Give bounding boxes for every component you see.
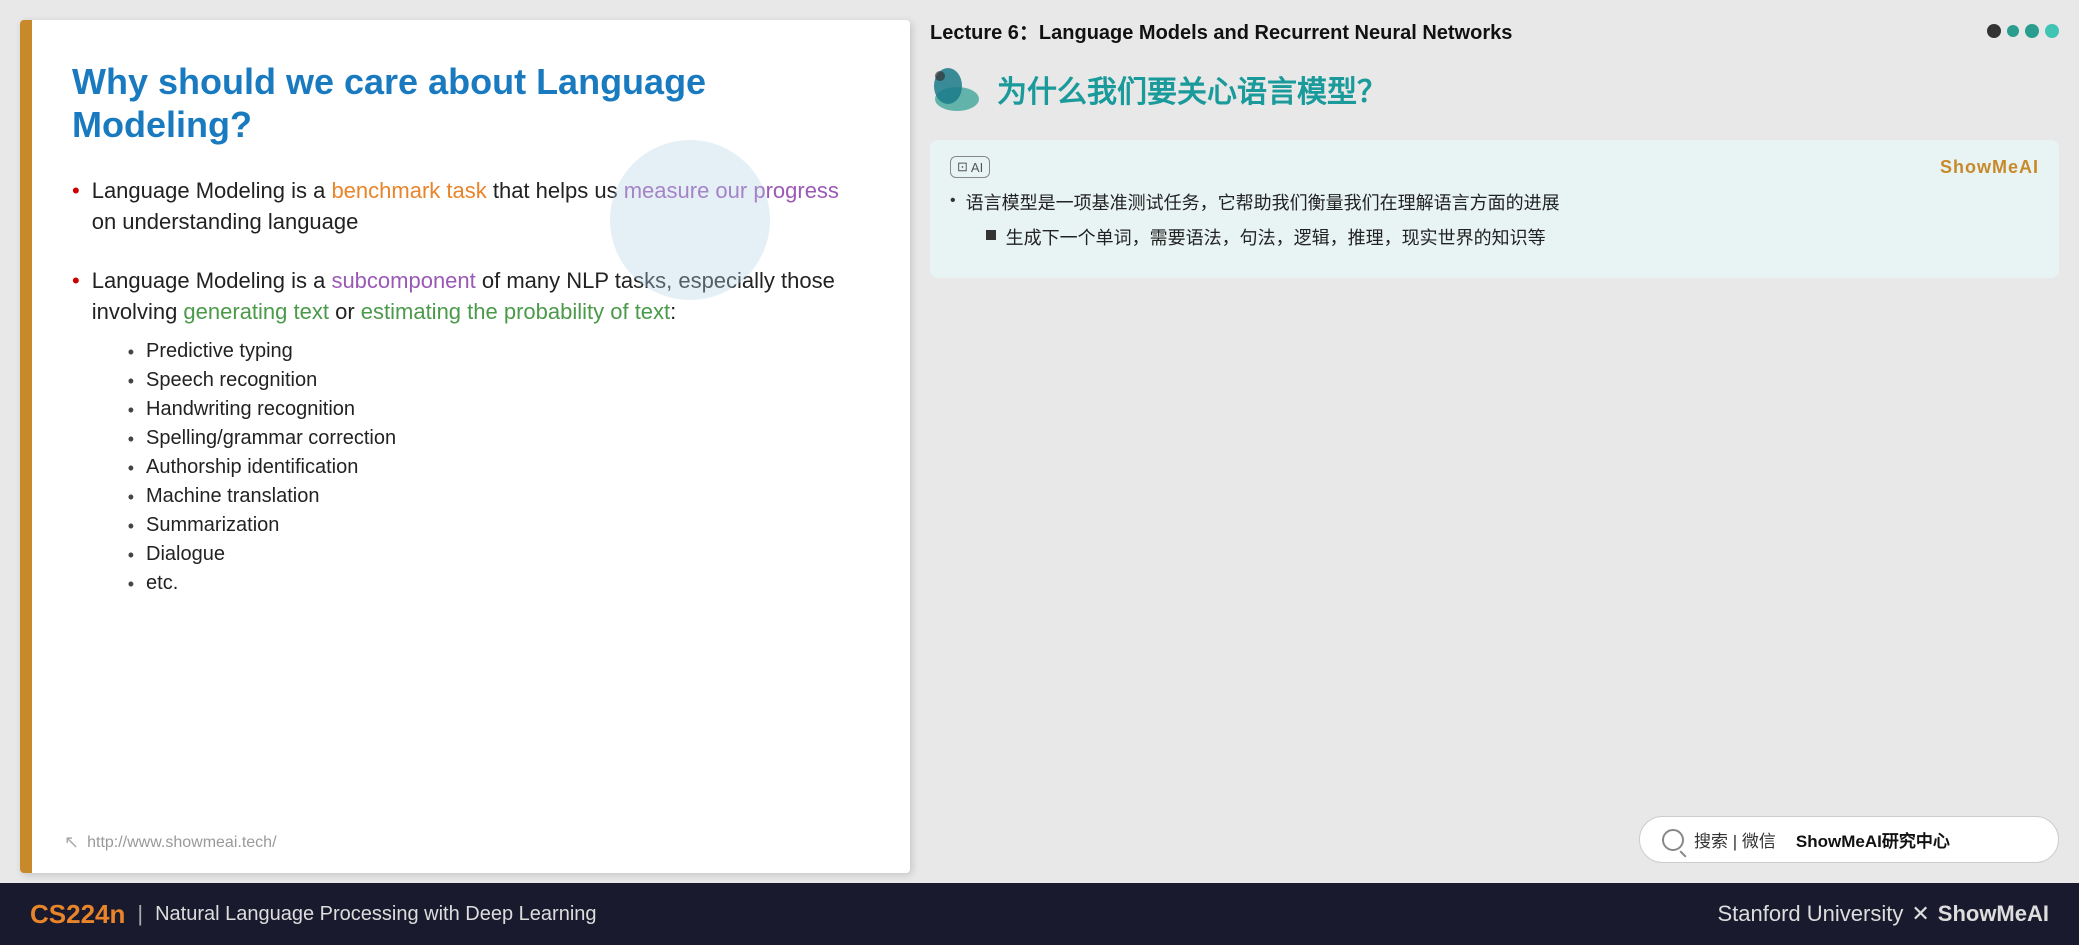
slide-title: Why should we care about Language Modeli… [72,60,860,146]
zh-section-icon [930,64,985,114]
sub-bullet-predictive: • Predictive typing [128,340,860,363]
dots-group [1987,24,2059,38]
sub-bullet-etc: • etc. [128,572,860,595]
search-text: 搜索 | 微信 [1694,827,1776,852]
highlight-estimating: estimating the probability of text [361,299,670,324]
ai-icon: ⊡ [957,159,968,175]
footer-url: http://www.showmeai.tech/ [87,834,276,852]
highlight-generating: generating text [183,299,329,324]
dot-teal2 [2025,24,2039,38]
translation-box: ⊡ AI ShowMeAI • 语言模型是一项基准测试任务，它帮助我们衡量我们在… [930,140,2059,278]
sub-bullet-handwriting: • Handwriting recognition [128,398,860,421]
decorative-circle [610,140,770,300]
bottom-left: CS224n | Natural Language Processing wit… [30,899,597,930]
sub-bullet-summarization: • Summarization [128,514,860,537]
sub-bullet-dialogue: • Dialogue [128,543,860,566]
zh-title-row: 为什么我们要关心语言模型？ [930,64,2059,114]
lecture-title: Lecture 6：Language Models and Recurrent … [930,20,1512,46]
ai-icon-box: ⊡ AI [950,156,990,178]
dot-teal3 [2045,24,2059,38]
slide-footer: ↖ http://www.showmeai.tech/ [64,832,277,853]
ai-label: AI [971,160,983,175]
trans-bullet-1-dot: • [950,192,956,210]
cursor-icon: ↖ [64,832,79,853]
trans-sub-bullet-1: 生成下一个单词，需要语法，句法，逻辑，推理，现实世界的知识等 [986,225,1560,252]
sub-bullet-speech: • Speech recognition [128,369,860,392]
stanford-label: Stanford University [1717,901,1903,927]
sub-bullet-authorship: • Authorship identification [128,456,860,479]
trans-sub-text-1: 生成下一个单词，需要语法，句法，逻辑，推理，现实世界的知识等 [1006,225,1546,252]
trans-bullet-1: • 语言模型是一项基准测试任务，它帮助我们衡量我们在理解语言方面的进展 生成下一… [950,190,2039,252]
trans-bullet-1-text: 语言模型是一项基准测试任务，它帮助我们衡量我们在理解语言方面的进展 [966,193,1560,213]
slide-right: Lecture 6：Language Models and Recurrent … [930,20,2059,873]
bottom-bar: CS224n | Natural Language Processing wit… [0,883,2079,945]
search-icon [1662,829,1684,851]
bullet-2-dot: • [72,268,80,294]
bottom-divider: | [137,901,143,927]
zh-title-text: 为什么我们要关心语言模型？ [997,67,1387,111]
dot-dark [1987,24,2001,38]
cs224n-label: CS224n [30,899,125,930]
highlight-benchmark: benchmark task [331,178,486,203]
showmeai-right-label: ShowMeAI [1938,901,2049,927]
trans-header: ⊡ AI ShowMeAI [950,156,2039,178]
bottom-subtitle: Natural Language Processing with Deep Le… [155,903,596,926]
search-bar[interactable]: 搜索 | 微信 ShowMeAI研究中心 [1639,816,2059,863]
trans-sub-square [986,230,996,240]
search-bold-text: ShowMeAI研究中心 [1796,827,1950,852]
x-sign: ✕ [1911,901,1929,927]
search-bar-container: 搜索 | 微信 ShowMeAI研究中心 [930,816,2059,863]
bullet-2: • Language Modeling is a subcomponent of… [72,266,860,601]
bullet-1-dot: • [72,178,80,204]
sub-bullet-spelling: • Spelling/grammar correction [128,427,860,450]
bottom-right: Stanford University ✕ ShowMeAI [1717,901,2049,927]
right-spacer [930,288,2059,806]
main-area: Why should we care about Language Modeli… [0,0,2079,883]
right-header: Lecture 6：Language Models and Recurrent … [930,20,2059,54]
sub-bullet-machine-translation: • Machine translation [128,485,860,508]
slide-left: Why should we care about Language Modeli… [20,20,910,873]
sub-bullets: • Predictive typing • Speech recognition… [128,340,860,595]
highlight-subcomponent: subcomponent [331,268,475,293]
dot-teal1 [2007,25,2019,37]
showmeai-label: ShowMeAI [1940,157,2039,178]
